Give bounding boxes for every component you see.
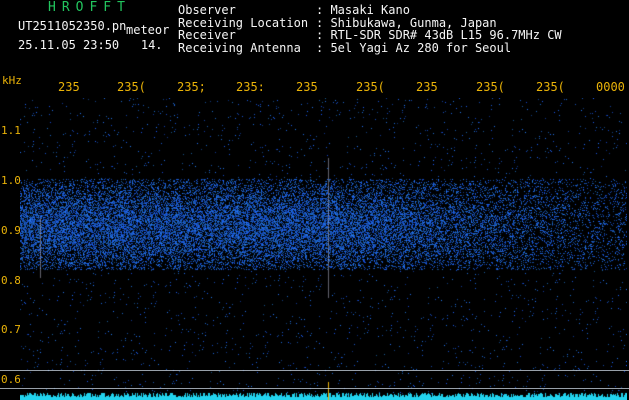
freq-tick-label: 0.8 (1, 274, 21, 287)
time-tick-label: 235: (236, 80, 265, 94)
info-key: Observer (178, 3, 236, 17)
info-key: Receiving Antenna (178, 40, 301, 55)
file-name: UT2511052350.pn (18, 19, 127, 33)
freq-tick-label: 1.0 (1, 174, 21, 187)
datetime-value: 25.11.05 23:50 (18, 38, 120, 52)
time-tick-label: 235( (356, 80, 385, 94)
freq-tick-label: 0.7 (1, 323, 21, 336)
info-key: Receiver (178, 28, 236, 42)
freq-tick-label: 0.6 (1, 373, 21, 386)
time-tick-label: 0000 (596, 80, 625, 94)
time-tick-label: 235( (536, 80, 565, 94)
spectrogram-area (20, 98, 627, 400)
observation-info: Observer: Masaki Kano Receiving Location… (178, 4, 562, 54)
reference-line (0, 370, 629, 371)
app-title: HROFFT (48, 0, 131, 15)
frequency-unit-label: kHz (2, 74, 22, 87)
time-tick-label: 235 (58, 80, 80, 94)
time-tick-label: 235( (117, 80, 146, 94)
time-tick-label: 235 (416, 80, 438, 94)
file-type: meteor (126, 23, 170, 37)
file-datetime: 25.11.05 23:50 14. (18, 38, 163, 52)
info-value: : 5el Yagi Az 280 for Seoul (316, 40, 512, 55)
event-count: 14. (140, 38, 163, 52)
info-row-antenna: Receiving Antenna : 5el Yagi Az 280 for S… (178, 40, 562, 55)
time-tick-label: 235 (296, 80, 318, 94)
freq-tick-label: 1.1 (1, 124, 21, 137)
reference-line (0, 388, 629, 389)
freq-tick-label: 0.9 (1, 224, 21, 237)
time-tick-label: 235; (177, 80, 206, 94)
spectrogram-canvas (20, 98, 627, 400)
time-tick-label: 235( (476, 80, 505, 94)
